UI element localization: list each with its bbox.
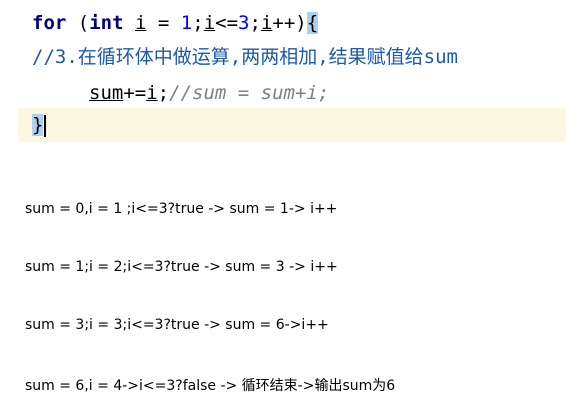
code-line-sum-assign[interactable]: sum+=i;//sum = sum+i;: [89, 78, 329, 109]
plus-assign-operator: +=: [123, 82, 147, 104]
explanation-line-4: sum = 6,i = 4->i<=3?false -> 循环结束->输出sum…: [25, 378, 396, 394]
keyword-int: int: [89, 12, 124, 34]
code-line-for-loop[interactable]: for (int i = 1;i<=3;i++){: [32, 8, 319, 39]
number-three: 3: [238, 12, 250, 34]
screenshot: for (int i = 1;i<=3;i++){ //3.在循环体中做运算,两…: [0, 0, 578, 416]
paren-open: (: [66, 12, 90, 34]
open-brace-highlight: {: [306, 12, 319, 34]
variable-sum: sum: [89, 82, 124, 104]
code-line-close-brace[interactable]: }: [32, 110, 47, 141]
variable-i: i: [135, 12, 147, 34]
variable-i-increment: i: [260, 12, 273, 34]
close-brace-highlight: }: [32, 114, 44, 136]
number-one: 1: [180, 12, 193, 34]
keyword-for: for: [32, 12, 67, 34]
explanation-line-1: sum = 0,i = 1 ;i<=3?true -> sum = 1-> i+…: [25, 201, 338, 217]
lte-operator: <=: [215, 12, 239, 34]
explanation-line-2: sum = 1;i = 2;i<=3?true -> sum = 3 -> i+…: [25, 259, 338, 275]
code-editor[interactable]: for (int i = 1;i<=3;i++){ //3.在循环体中做运算,两…: [0, 0, 578, 145]
variable-i: i: [146, 82, 158, 104]
semicolon: ;: [249, 12, 261, 34]
assign-operator: =: [146, 12, 181, 34]
semicolon: ;: [192, 12, 204, 34]
semicolon: ;: [157, 82, 170, 104]
increment-operator: ++): [272, 12, 307, 34]
explanation-line-3: sum = 3;i = 3;i<=3?true -> sum = 6->i++: [25, 317, 329, 333]
inline-comment: //sum = sum+i;: [169, 82, 330, 104]
text-caret: [44, 114, 47, 137]
code-line-comment[interactable]: //3.在循环体中做运算,两两相加,结果赋值给sum: [32, 42, 458, 73]
current-line-highlight: [18, 108, 566, 142]
variable-i-condition: i: [203, 12, 216, 34]
